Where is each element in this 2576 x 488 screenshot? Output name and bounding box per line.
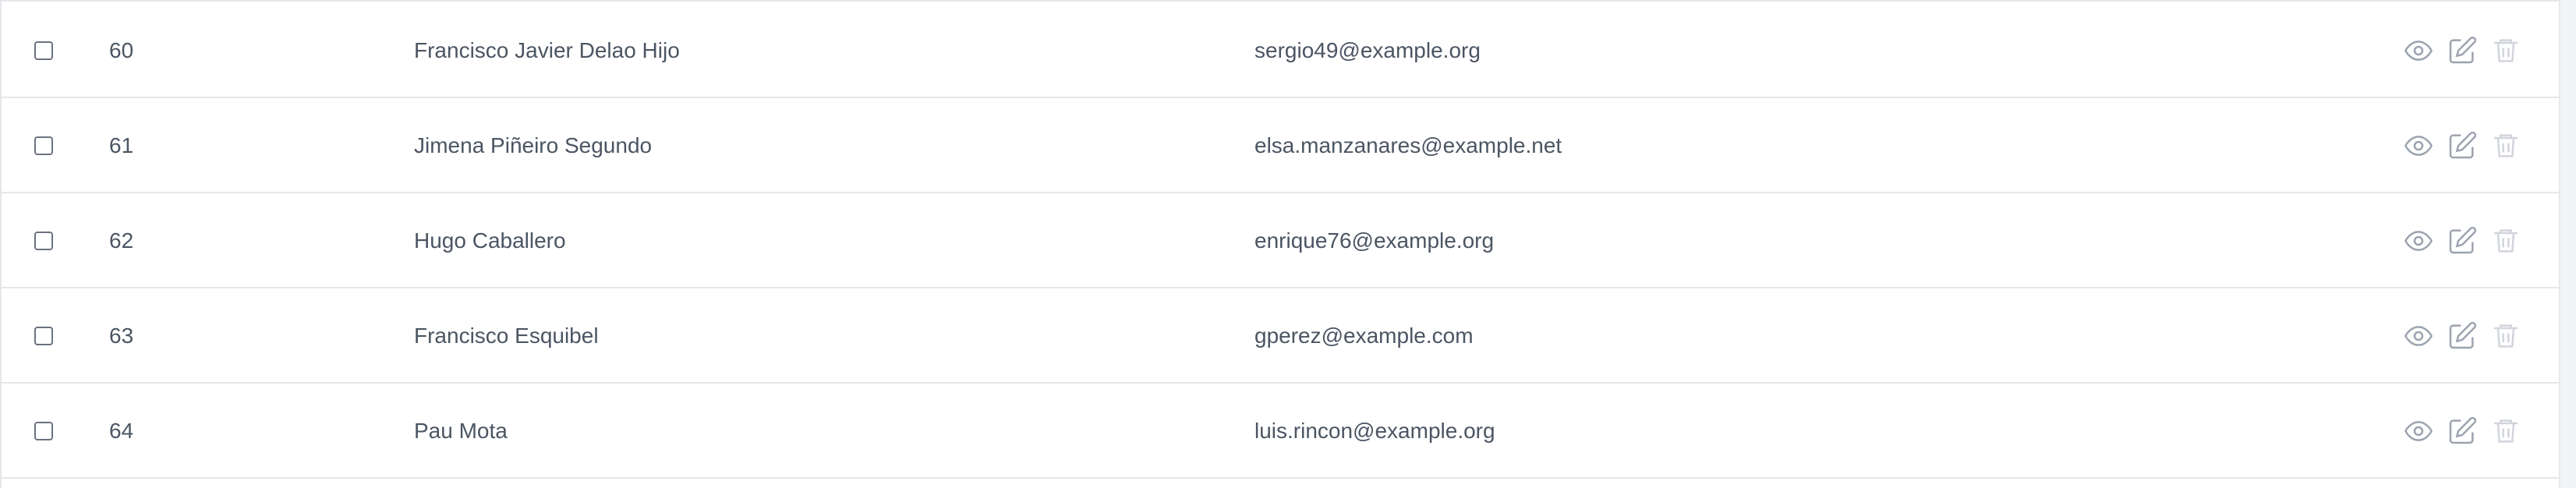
row-name: Jimena Piñeiro Segundo [414, 133, 653, 157]
row-select-checkbox[interactable] [34, 232, 53, 250]
table-row: 60 Francisco Javier Delao Hijo sergio49@… [2, 5, 2559, 98]
row-select-checkbox[interactable] [34, 327, 53, 345]
edit-icon[interactable] [2447, 35, 2478, 66]
row-actions [2403, 320, 2576, 352]
table-row: 63 Francisco Esquibel gperez@example.com [2, 290, 2559, 384]
row-name: Francisco Esquibel [414, 324, 599, 348]
row-select-checkbox[interactable] [34, 41, 53, 60]
row-actions [2403, 225, 2576, 256]
row-email: sergio49@example.org [1254, 38, 1481, 62]
row-id: 60 [109, 38, 134, 62]
row-actions [2403, 416, 2576, 447]
row-id: 61 [109, 133, 134, 157]
trash-icon[interactable] [2490, 416, 2521, 447]
row-name: Francisco Javier Delao Hijo [414, 38, 680, 62]
row-id: 64 [109, 419, 134, 443]
eye-icon[interactable] [2403, 35, 2434, 66]
row-actions [2403, 35, 2576, 66]
users-table: 60 Francisco Javier Delao Hijo sergio49@… [0, 0, 2560, 488]
row-id: 62 [109, 228, 134, 253]
trash-icon[interactable] [2490, 320, 2521, 352]
row-select-checkbox[interactable] [34, 422, 53, 440]
row-name: Pau Mota [414, 419, 508, 443]
edit-icon[interactable] [2447, 320, 2478, 352]
row-email: gperez@example.com [1254, 324, 1474, 348]
row-select-checkbox[interactable] [34, 136, 53, 155]
row-email: enrique76@example.org [1254, 228, 1495, 253]
row-email: elsa.manzanares@example.net [1254, 133, 1562, 157]
eye-icon[interactable] [2403, 225, 2434, 256]
table-row: 61 Jimena Piñeiro Segundo elsa.manzanare… [2, 100, 2559, 193]
trash-icon[interactable] [2490, 35, 2521, 66]
row-name: Hugo Caballero [414, 228, 566, 253]
table-row: 64 Pau Mota luis.rincon@example.org [2, 385, 2559, 479]
eye-icon[interactable] [2403, 130, 2434, 161]
row-actions [2403, 130, 2576, 161]
edit-icon[interactable] [2447, 416, 2478, 447]
table-row: 62 Hugo Caballero enrique76@example.org [2, 195, 2559, 288]
trash-icon[interactable] [2490, 130, 2521, 161]
row-email: luis.rincon@example.org [1254, 419, 1495, 443]
trash-icon[interactable] [2490, 225, 2521, 256]
edit-icon[interactable] [2447, 130, 2478, 161]
eye-icon[interactable] [2403, 416, 2434, 447]
eye-icon[interactable] [2403, 320, 2434, 352]
table-top-border [2, 0, 2559, 2]
row-id: 63 [109, 324, 134, 348]
edit-icon[interactable] [2447, 225, 2478, 256]
